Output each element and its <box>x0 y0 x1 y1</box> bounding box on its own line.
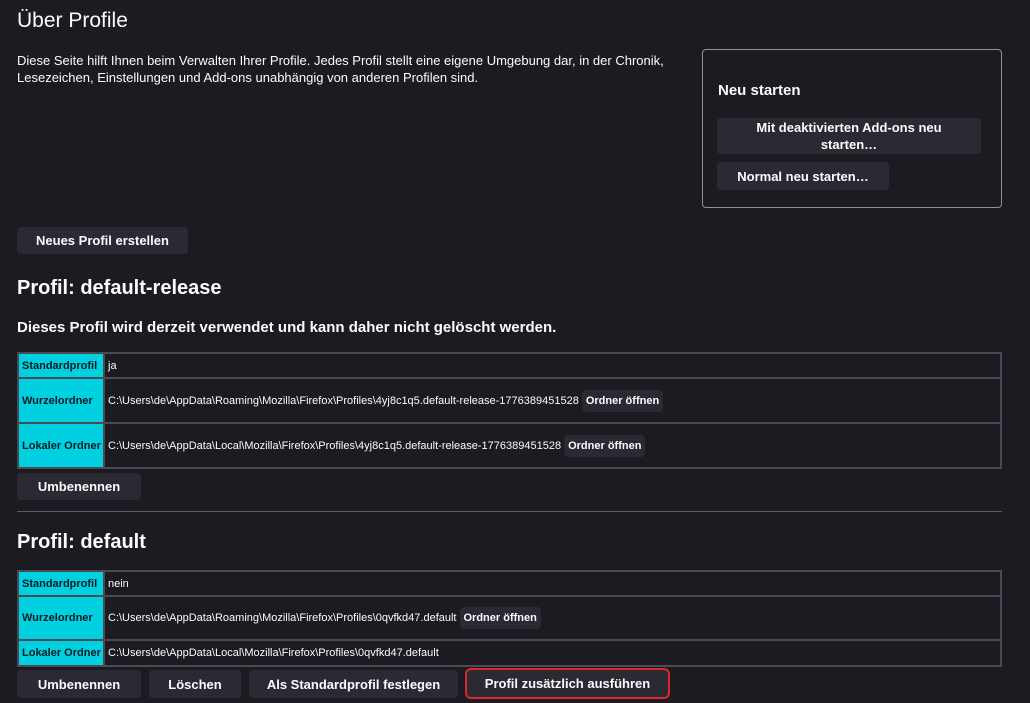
default-profile-value: nein <box>103 570 1002 597</box>
root-folder-path: C:\Users\de\AppData\Roaming\Mozilla\Fire… <box>108 612 457 624</box>
divider <box>17 511 1002 512</box>
root-folder-label: Wurzelordner <box>17 377 105 424</box>
open-root-folder-button[interactable]: Ordner öffnen <box>459 607 541 629</box>
profile-table: Standardprofil ja Wurzelordner C:\Users\… <box>17 352 1002 469</box>
local-folder-label: Lokaler Ordner <box>17 422 105 469</box>
delete-button[interactable]: Löschen <box>149 670 241 698</box>
profile-heading: Profil: default <box>17 531 146 553</box>
open-root-folder-button[interactable]: Ordner öffnen <box>581 389 664 412</box>
set-default-profile-button[interactable]: Als Standardprofil festlegen <box>249 670 458 698</box>
restart-panel: Neu starten Mit deaktivierten Add-ons ne… <box>702 49 1002 208</box>
restart-without-addons-button[interactable]: Mit deaktivierten Add-ons neu starten… <box>717 118 981 154</box>
default-profile-value: ja <box>103 352 1002 379</box>
restart-title: Neu starten <box>718 82 801 99</box>
root-folder-label: Wurzelordner <box>17 595 105 641</box>
rename-button[interactable]: Umbenennen <box>17 670 141 698</box>
restart-normal-button[interactable]: Normal neu starten… <box>717 162 889 190</box>
root-folder-path: C:\Users\de\AppData\Roaming\Mozilla\Fire… <box>108 394 579 407</box>
launch-profile-button[interactable]: Profil zusätzlich ausführen <box>465 668 670 699</box>
profile-heading: Profil: default-release <box>17 277 222 299</box>
create-profile-button[interactable]: Neues Profil erstellen <box>17 227 188 254</box>
default-profile-label: Standardprofil <box>17 570 105 597</box>
default-profile-label: Standardprofil <box>17 352 105 379</box>
rename-button[interactable]: Umbenennen <box>17 473 141 500</box>
intro-text: Diese Seite hilft Ihnen beim Verwalten I… <box>17 53 664 85</box>
local-folder-path: C:\Users\de\AppData\Local\Mozilla\Firefo… <box>108 439 562 452</box>
local-folder-path: C:\Users\de\AppData\Local\Mozilla\Firefo… <box>103 639 1002 667</box>
page-title: Über Profile <box>17 9 128 32</box>
open-local-folder-button[interactable]: Ordner öffnen <box>564 434 646 457</box>
local-folder-label: Lokaler Ordner <box>17 639 105 667</box>
profile-in-use-notice: Dieses Profil wird derzeit verwendet und… <box>17 319 557 336</box>
profile-table: Standardprofil nein Wurzelordner C:\User… <box>17 570 1002 667</box>
